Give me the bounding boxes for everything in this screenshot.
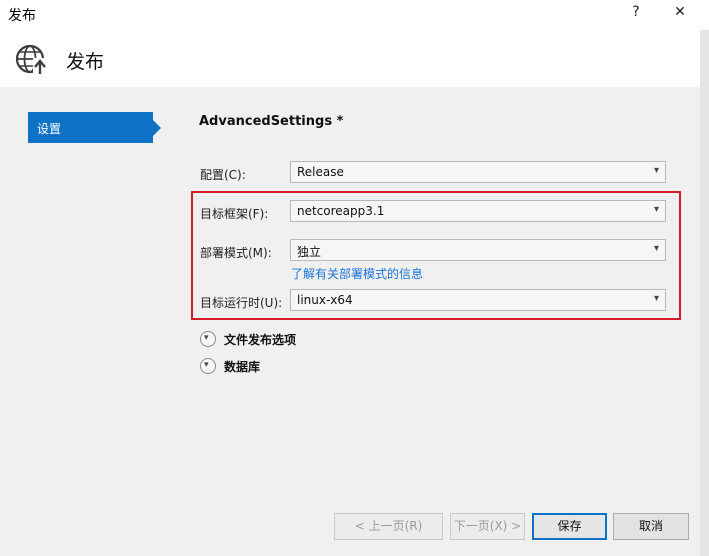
- chevron-down-icon: ▾: [653, 165, 659, 176]
- cancel-button[interactable]: 取消: [613, 513, 689, 540]
- configuration-select[interactable]: Release ▾: [290, 161, 666, 183]
- window-edge: [700, 30, 709, 556]
- configuration-value: Release: [297, 165, 344, 179]
- save-button[interactable]: 保存: [532, 513, 607, 540]
- globe-publish-icon: [15, 44, 47, 75]
- target-framework-label: 目标框架(F):: [200, 207, 269, 221]
- chevron-down-icon: ▾: [653, 293, 659, 304]
- chevron-down-icon: ▾: [653, 243, 659, 254]
- header: 发布: [0, 30, 700, 87]
- chevron-down-icon: ▾: [200, 331, 216, 347]
- help-button[interactable]: ?: [624, 4, 648, 24]
- target-framework-value: netcoreapp3.1: [297, 204, 385, 218]
- configuration-label: 配置(C):: [200, 168, 246, 182]
- deployment-mode-label: 部署模式(M):: [200, 246, 272, 260]
- window-title: 发布: [8, 8, 36, 24]
- prev-button[interactable]: < 上一页(R): [334, 513, 443, 540]
- deployment-mode-value: 独立: [297, 245, 322, 259]
- close-button[interactable]: ✕: [668, 4, 692, 24]
- selection-arrow: [153, 120, 161, 136]
- sidebar-item-label: 设置: [37, 122, 62, 136]
- target-runtime-value: linux-x64: [297, 293, 353, 307]
- section-title: AdvancedSettings *: [199, 114, 344, 129]
- page-title: 发布: [66, 51, 105, 73]
- expander-label: 数据库: [224, 360, 261, 374]
- chevron-down-icon: ▾: [200, 358, 216, 374]
- expander-label: 文件发布选项: [224, 333, 297, 347]
- sidebar-item-settings[interactable]: 设置: [28, 112, 161, 143]
- target-runtime-select[interactable]: linux-x64 ▾: [290, 289, 666, 311]
- deployment-mode-select[interactable]: 独立 ▾: [290, 239, 666, 261]
- deployment-mode-link[interactable]: 了解有关部署模式的信息: [291, 265, 423, 282]
- chevron-down-icon: ▾: [653, 204, 659, 215]
- next-button[interactable]: 下一页(X) >: [450, 513, 525, 540]
- target-runtime-label: 目标运行时(U):: [200, 296, 283, 310]
- target-framework-select[interactable]: netcoreapp3.1 ▾: [290, 200, 666, 222]
- title-bar: 发布 ? ✕: [0, 0, 709, 30]
